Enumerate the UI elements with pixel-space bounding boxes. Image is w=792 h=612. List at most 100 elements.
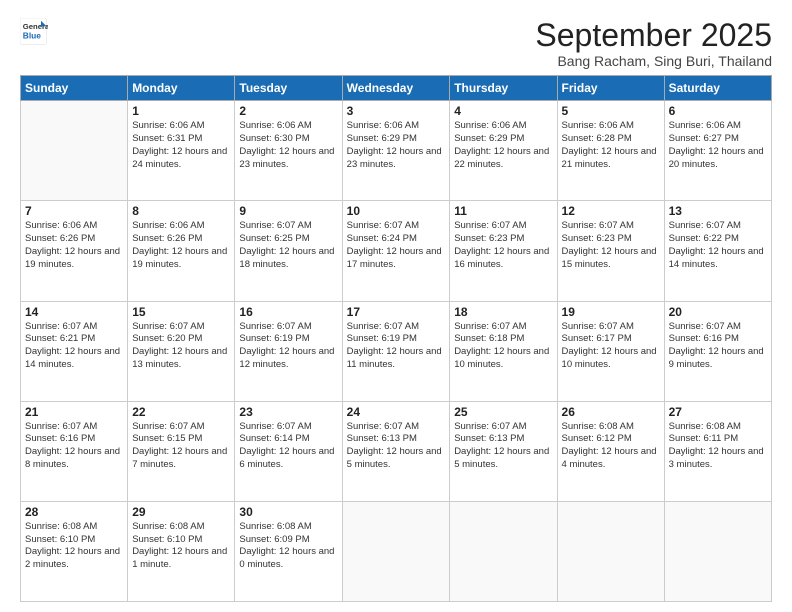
week-row-5: 28Sunrise: 6:08 AMSunset: 6:10 PMDayligh…: [21, 501, 772, 601]
location-subtitle: Bang Racham, Sing Buri, Thailand: [535, 53, 772, 69]
day-info: Sunrise: 6:07 AMSunset: 6:14 PMDaylight:…: [239, 421, 337, 472]
day-number: 18: [454, 305, 552, 319]
day-info: Sunrise: 6:07 AMSunset: 6:21 PMDaylight:…: [25, 321, 123, 372]
day-info: Sunrise: 6:07 AMSunset: 6:13 PMDaylight:…: [454, 421, 552, 472]
weekday-wednesday: Wednesday: [342, 76, 450, 101]
calendar-body: 1 Sunrise: 6:06 AMSunset: 6:31 PMDaylight…: [21, 101, 772, 602]
day-info: Sunrise: 6:08 AMSunset: 6:12 PMDaylight:…: [562, 421, 660, 472]
day-info: Sunrise: 6:07 AMSunset: 6:16 PMDaylight:…: [669, 321, 767, 372]
page: General Blue September 2025 Bang Racham,…: [0, 0, 792, 612]
calendar-cell: 5 Sunrise: 6:06 AMSunset: 6:28 PMDaylight…: [557, 101, 664, 201]
day-number: 5: [562, 104, 660, 118]
calendar-cell: 6Sunrise: 6:06 AMSunset: 6:27 PMDaylight…: [664, 101, 771, 201]
day-info: Sunrise: 6:06 AMSunset: 6:31 PMDaylight:…: [132, 120, 230, 171]
weekday-monday: Monday: [128, 76, 235, 101]
logo-icon: General Blue: [20, 18, 48, 46]
day-number: 14: [25, 305, 123, 319]
calendar-cell: 22 Sunrise: 6:07 AMSunset: 6:15 PMDayligh…: [128, 401, 235, 501]
calendar-cell: 1 Sunrise: 6:06 AMSunset: 6:31 PMDaylight…: [128, 101, 235, 201]
day-info: Sunrise: 6:07 AMSunset: 6:16 PMDaylight:…: [25, 421, 123, 472]
weekday-saturday: Saturday: [664, 76, 771, 101]
day-info: Sunrise: 6:06 AMSunset: 6:29 PMDaylight:…: [454, 120, 552, 171]
calendar-cell: 11 Sunrise: 6:07 AMSunset: 6:23 PMDayligh…: [450, 201, 557, 301]
calendar-cell: 26Sunrise: 6:08 AMSunset: 6:12 PMDayligh…: [557, 401, 664, 501]
day-info: Sunrise: 6:08 AMSunset: 6:09 PMDaylight:…: [239, 521, 337, 572]
calendar-cell: 16 Sunrise: 6:07 AMSunset: 6:19 PMDayligh…: [235, 301, 342, 401]
day-info: Sunrise: 6:07 AMSunset: 6:18 PMDaylight:…: [454, 321, 552, 372]
day-info: Sunrise: 6:07 AMSunset: 6:15 PMDaylight:…: [132, 421, 230, 472]
calendar-cell: 20 Sunrise: 6:07 AMSunset: 6:16 PMDayligh…: [664, 301, 771, 401]
calendar-cell: 27 Sunrise: 6:08 AMSunset: 6:11 PMDayligh…: [664, 401, 771, 501]
day-number: 21: [25, 405, 123, 419]
day-info: Sunrise: 6:07 AMSunset: 6:22 PMDaylight:…: [669, 220, 767, 271]
day-number: 19: [562, 305, 660, 319]
day-info: Sunrise: 6:06 AMSunset: 6:28 PMDaylight:…: [562, 120, 660, 171]
calendar-cell: 12 Sunrise: 6:07 AMSunset: 6:23 PMDayligh…: [557, 201, 664, 301]
day-number: 17: [347, 305, 446, 319]
week-row-1: 1 Sunrise: 6:06 AMSunset: 6:31 PMDaylight…: [21, 101, 772, 201]
day-number: 23: [239, 405, 337, 419]
calendar-cell: 3Sunrise: 6:06 AMSunset: 6:29 PMDaylight…: [342, 101, 450, 201]
calendar-cell: 15 Sunrise: 6:07 AMSunset: 6:20 PMDayligh…: [128, 301, 235, 401]
day-info: Sunrise: 6:07 AMSunset: 6:25 PMDaylight:…: [239, 220, 337, 271]
day-info: Sunrise: 6:07 AMSunset: 6:19 PMDaylight:…: [347, 321, 446, 372]
calendar-cell: 18 Sunrise: 6:07 AMSunset: 6:18 PMDayligh…: [450, 301, 557, 401]
week-row-4: 21 Sunrise: 6:07 AMSunset: 6:16 PMDayligh…: [21, 401, 772, 501]
day-number: 8: [132, 204, 230, 218]
day-info: Sunrise: 6:07 AMSunset: 6:23 PMDaylight:…: [454, 220, 552, 271]
day-number: 2: [239, 104, 337, 118]
logo: General Blue: [20, 18, 48, 46]
week-row-2: 7Sunrise: 6:06 AMSunset: 6:26 PMDaylight…: [21, 201, 772, 301]
day-number: 29: [132, 505, 230, 519]
calendar-cell: [664, 501, 771, 601]
calendar-cell: 14 Sunrise: 6:07 AMSunset: 6:21 PMDayligh…: [21, 301, 128, 401]
day-number: 1: [132, 104, 230, 118]
day-info: Sunrise: 6:08 AMSunset: 6:11 PMDaylight:…: [669, 421, 767, 472]
day-number: 20: [669, 305, 767, 319]
calendar: SundayMondayTuesdayWednesdayThursdayFrid…: [20, 75, 772, 602]
day-number: 13: [669, 204, 767, 218]
calendar-cell: [557, 501, 664, 601]
calendar-cell: 2 Sunrise: 6:06 AMSunset: 6:30 PMDaylight…: [235, 101, 342, 201]
calendar-cell: 19Sunrise: 6:07 AMSunset: 6:17 PMDayligh…: [557, 301, 664, 401]
day-number: 16: [239, 305, 337, 319]
day-number: 10: [347, 204, 446, 218]
day-info: Sunrise: 6:07 AMSunset: 6:23 PMDaylight:…: [562, 220, 660, 271]
month-title: September 2025: [535, 18, 772, 53]
week-row-3: 14 Sunrise: 6:07 AMSunset: 6:21 PMDayligh…: [21, 301, 772, 401]
day-number: 27: [669, 405, 767, 419]
day-info: Sunrise: 6:07 AMSunset: 6:19 PMDaylight:…: [239, 321, 337, 372]
calendar-cell: [342, 501, 450, 601]
day-number: 12: [562, 204, 660, 218]
calendar-cell: 23 Sunrise: 6:07 AMSunset: 6:14 PMDayligh…: [235, 401, 342, 501]
calendar-cell: 25Sunrise: 6:07 AMSunset: 6:13 PMDayligh…: [450, 401, 557, 501]
calendar-cell: 21 Sunrise: 6:07 AMSunset: 6:16 PMDayligh…: [21, 401, 128, 501]
day-info: Sunrise: 6:06 AMSunset: 6:30 PMDaylight:…: [239, 120, 337, 171]
weekday-tuesday: Tuesday: [235, 76, 342, 101]
calendar-cell: 13 Sunrise: 6:07 AMSunset: 6:22 PMDayligh…: [664, 201, 771, 301]
day-info: Sunrise: 6:06 AMSunset: 6:29 PMDaylight:…: [347, 120, 446, 171]
calendar-cell: 4Sunrise: 6:06 AMSunset: 6:29 PMDaylight…: [450, 101, 557, 201]
day-number: 15: [132, 305, 230, 319]
calendar-cell: 24Sunrise: 6:07 AMSunset: 6:13 PMDayligh…: [342, 401, 450, 501]
weekday-thursday: Thursday: [450, 76, 557, 101]
weekday-header-row: SundayMondayTuesdayWednesdayThursdayFrid…: [21, 76, 772, 101]
day-info: Sunrise: 6:08 AMSunset: 6:10 PMDaylight:…: [25, 521, 123, 572]
day-number: 11: [454, 204, 552, 218]
day-number: 9: [239, 204, 337, 218]
calendar-cell: 10 Sunrise: 6:07 AMSunset: 6:24 PMDayligh…: [342, 201, 450, 301]
svg-text:Blue: Blue: [23, 30, 41, 40]
day-info: Sunrise: 6:07 AMSunset: 6:20 PMDaylight:…: [132, 321, 230, 372]
day-number: 22: [132, 405, 230, 419]
day-info: Sunrise: 6:07 AMSunset: 6:13 PMDaylight:…: [347, 421, 446, 472]
day-number: 6: [669, 104, 767, 118]
header: General Blue September 2025 Bang Racham,…: [20, 18, 772, 69]
day-info: Sunrise: 6:06 AMSunset: 6:26 PMDaylight:…: [25, 220, 123, 271]
calendar-cell: [21, 101, 128, 201]
weekday-sunday: Sunday: [21, 76, 128, 101]
calendar-cell: 9 Sunrise: 6:07 AMSunset: 6:25 PMDaylight…: [235, 201, 342, 301]
day-info: Sunrise: 6:06 AMSunset: 6:26 PMDaylight:…: [132, 220, 230, 271]
calendar-cell: 29Sunrise: 6:08 AMSunset: 6:10 PMDayligh…: [128, 501, 235, 601]
day-info: Sunrise: 6:07 AMSunset: 6:24 PMDaylight:…: [347, 220, 446, 271]
calendar-cell: 30Sunrise: 6:08 AMSunset: 6:09 PMDayligh…: [235, 501, 342, 601]
